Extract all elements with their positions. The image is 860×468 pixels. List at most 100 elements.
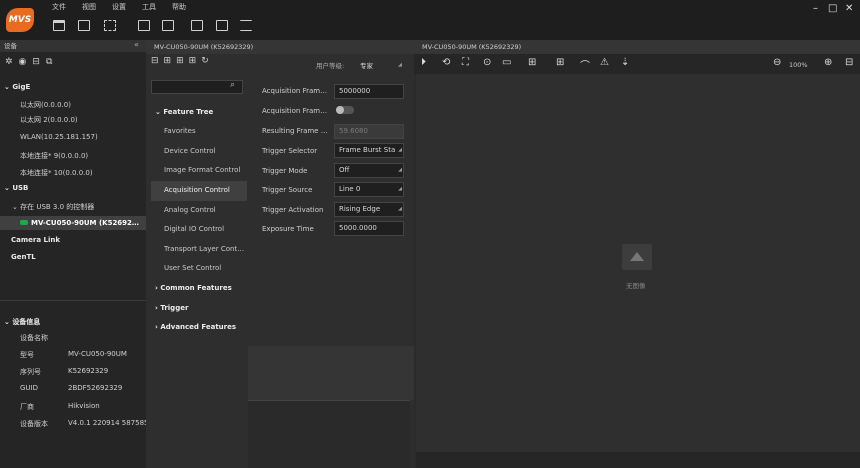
image-panel-header: MV-CU050-90UM (K52692329) — [414, 40, 860, 54]
param-description-area — [248, 346, 414, 400]
load-icon[interactable]: ⊞ — [176, 56, 189, 66]
grid-icon[interactable] — [216, 20, 228, 31]
param-toggle[interactable] — [336, 106, 354, 114]
zoom-in-icon[interactable]: ⊕ — [824, 57, 832, 68]
info-value: MV-CU050-90UM — [68, 350, 127, 358]
info-label: GUID — [20, 384, 39, 392]
crosshair-icon[interactable]: ⊞ — [528, 57, 536, 68]
user-level-label: 用户等级: — [316, 62, 345, 70]
device-info-title: 设备信息 — [12, 318, 41, 326]
group-usb[interactable]: ⌄ USB — [4, 184, 28, 192]
save-icon[interactable] — [78, 20, 90, 31]
tree-group-trigger[interactable]: › Trigger — [151, 299, 247, 319]
download-icon[interactable]: ⇣ — [621, 57, 629, 68]
feature-toolbar: ⊟⊞⊞⊞↻ — [151, 56, 214, 66]
stop-grab-icon[interactable]: ⟲ — [442, 57, 450, 68]
param-select[interactable]: Frame Burst Sta — [334, 143, 404, 158]
snapshot-icon[interactable]: ⊙ — [483, 57, 491, 68]
param-value-input[interactable]: 5000000 — [334, 84, 404, 99]
gige-item[interactable]: 本地连接* 9(0.0.0.0) — [20, 151, 88, 161]
user-level-select[interactable]: 专家 — [360, 60, 373, 70]
param-label: Trigger Activation — [262, 206, 324, 214]
export-icon[interactable] — [104, 20, 116, 31]
tree-item-device-control[interactable]: Device Control — [151, 142, 247, 162]
tree-group-feature-tree[interactable]: ⌄ Feature Tree — [151, 103, 247, 123]
info-label: 设备名称 — [20, 334, 48, 342]
tree-item-digital-io-control[interactable]: Digital IO Control — [151, 220, 247, 240]
folder-open-icon[interactable] — [53, 20, 65, 31]
param-label: Acquisition Fram… — [262, 107, 328, 115]
info-label: 序列号 — [20, 368, 41, 376]
group-camera-link[interactable]: Camera Link — [11, 236, 60, 244]
grid-overlay-icon[interactable]: ⊞ — [556, 57, 564, 68]
tree-item-favorites[interactable]: Favorites — [151, 122, 247, 142]
histogram-icon[interactable] — [191, 20, 203, 31]
zoom-level[interactable]: 100% — [789, 61, 808, 69]
param-value-readonly: 59.6080 — [334, 124, 404, 139]
usb-device-item[interactable]: MV-CU050-90UM (K52692… — [0, 216, 146, 230]
tree-item-analog-control[interactable]: Analog Control — [151, 201, 247, 221]
close-button[interactable]: ✕ — [845, 3, 853, 14]
tree-group-label: Common Features — [160, 284, 232, 292]
collapse-icon[interactable]: « — [134, 40, 139, 49]
toggle-knob — [336, 106, 344, 114]
minimize-button[interactable]: – — [813, 3, 818, 14]
export-params-icon[interactable]: ⊞ — [164, 56, 177, 66]
param-value-input[interactable]: 5000.0000 — [334, 221, 404, 236]
param-help-area — [248, 400, 410, 468]
usb-controller-label: 存在 USB 3.0 的控制器 — [20, 203, 95, 211]
start-grab-icon[interactable]: ⏵ — [421, 57, 426, 68]
search-icon[interactable]: ⌕ — [230, 80, 235, 90]
fullscreen-icon[interactable]: ⛶ — [462, 57, 469, 68]
info-label: 型号 — [20, 351, 34, 359]
import-icon[interactable]: ⊟ — [151, 56, 164, 66]
warning-icon[interactable]: ⚠ — [600, 57, 609, 68]
list-icon[interactable] — [240, 20, 252, 31]
gige-item[interactable]: 以太网(0.0.0.0) — [20, 100, 71, 110]
info-value: Hikvision — [68, 402, 100, 410]
param-label: Trigger Source — [262, 186, 313, 194]
group-gentl[interactable]: GenTL — [11, 253, 36, 261]
image-window-icon[interactable]: ⊟ — [845, 57, 853, 68]
maximize-button[interactable]: □ — [828, 3, 837, 14]
menu-view[interactable]: 视图 — [82, 2, 96, 12]
device-info-header[interactable]: ⌄ 设备信息 — [4, 317, 40, 327]
connect-icon[interactable]: ◉ — [19, 57, 33, 67]
param-select[interactable]: Line 0 — [334, 182, 404, 197]
param-select[interactable]: Off — [334, 163, 404, 178]
param-label: Exposure Time — [262, 225, 314, 233]
gige-item[interactable]: 以太网 2(0.0.0.0) — [20, 115, 78, 125]
tree-item-transport-layer-control[interactable]: Transport Layer Cont… — [151, 240, 247, 260]
tree-item-user-set-control[interactable]: User Set Control — [151, 259, 247, 279]
no-image-text: 无图像 — [626, 282, 646, 290]
gige-item[interactable]: WLAN(10.25.181.157) — [20, 133, 98, 141]
zoom-out-icon[interactable]: ⊖ — [773, 57, 781, 68]
group-gige[interactable]: ⌄ GigE — [4, 83, 30, 91]
menu-settings[interactable]: 设置 — [112, 2, 126, 12]
discover-icon[interactable]: ✲ — [5, 57, 19, 67]
tree-group-common-features[interactable]: › Common Features — [151, 279, 247, 299]
tree-item-image-format-control[interactable]: Image Format Control — [151, 161, 247, 181]
param-label: Resulting Frame … — [262, 127, 328, 135]
refresh-icon[interactable]: ↻ — [201, 56, 214, 66]
record-video-icon[interactable]: ▭ — [502, 57, 511, 68]
copy-icon[interactable]: ⧉ — [46, 57, 58, 67]
save-params-icon[interactable]: ⊞ — [189, 56, 202, 66]
camera-status-icon — [20, 220, 28, 225]
disconnect-icon[interactable]: ⊟ — [32, 57, 46, 67]
window-icon[interactable] — [162, 20, 174, 31]
param-select[interactable]: Rising Edge — [334, 202, 404, 217]
image-display-area[interactable] — [416, 74, 860, 468]
user-level-dropdown-icon[interactable]: ◢ — [398, 62, 402, 68]
histogram-overlay-icon[interactable]: ⌒ — [580, 57, 590, 72]
menu-file[interactable]: 文件 — [52, 2, 66, 12]
tree-item-acquisition-control[interactable]: Acquisition Control — [151, 181, 247, 201]
app-logo: MVS — [6, 8, 34, 32]
gige-item[interactable]: 本地连接* 10(0.0.0.0) — [20, 168, 93, 178]
menu-help[interactable]: 帮助 — [172, 2, 186, 12]
record-icon[interactable] — [138, 20, 150, 31]
divider — [0, 300, 146, 301]
usb-controller[interactable]: ⌄ 存在 USB 3.0 的控制器 — [12, 202, 94, 212]
menu-tools[interactable]: 工具 — [142, 2, 156, 12]
tree-group-advanced-features[interactable]: › Advanced Features — [151, 318, 247, 338]
